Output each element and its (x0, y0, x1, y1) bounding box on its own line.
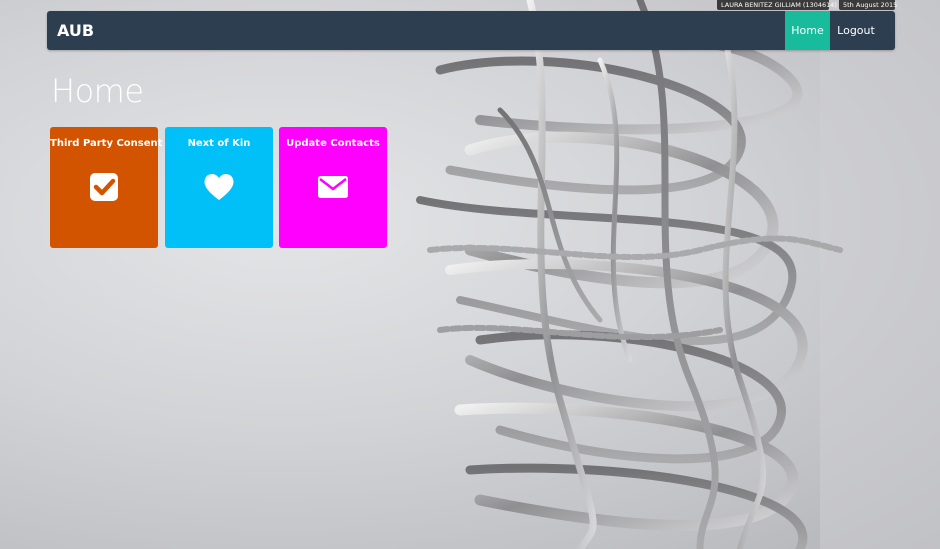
date-label: 5th August 2015 (839, 0, 897, 10)
tile-label: Next of Kin (187, 138, 251, 149)
brand-logo[interactable]: AUB (57, 11, 94, 50)
navbar: AUB Home Logout (47, 11, 895, 50)
envelope-icon (318, 176, 348, 198)
user-info-label: LAURA BENITEZ GILLIAM (1304614) (717, 0, 837, 10)
checkbox-icon (90, 173, 118, 201)
tile-label: Update Contacts (286, 138, 380, 149)
next-of-kin-tile[interactable]: Next of Kin (165, 127, 273, 248)
nav-logout-link[interactable]: Logout (830, 11, 882, 50)
nav-home-link[interactable]: Home (785, 11, 830, 50)
third-party-consent-tile[interactable]: Third Party Consent (50, 127, 163, 248)
update-contacts-tile[interactable]: Update Contacts (279, 127, 387, 248)
page-title: Home (51, 72, 144, 110)
tile-label: Third Party Consent (50, 138, 163, 149)
heart-icon (204, 173, 234, 200)
